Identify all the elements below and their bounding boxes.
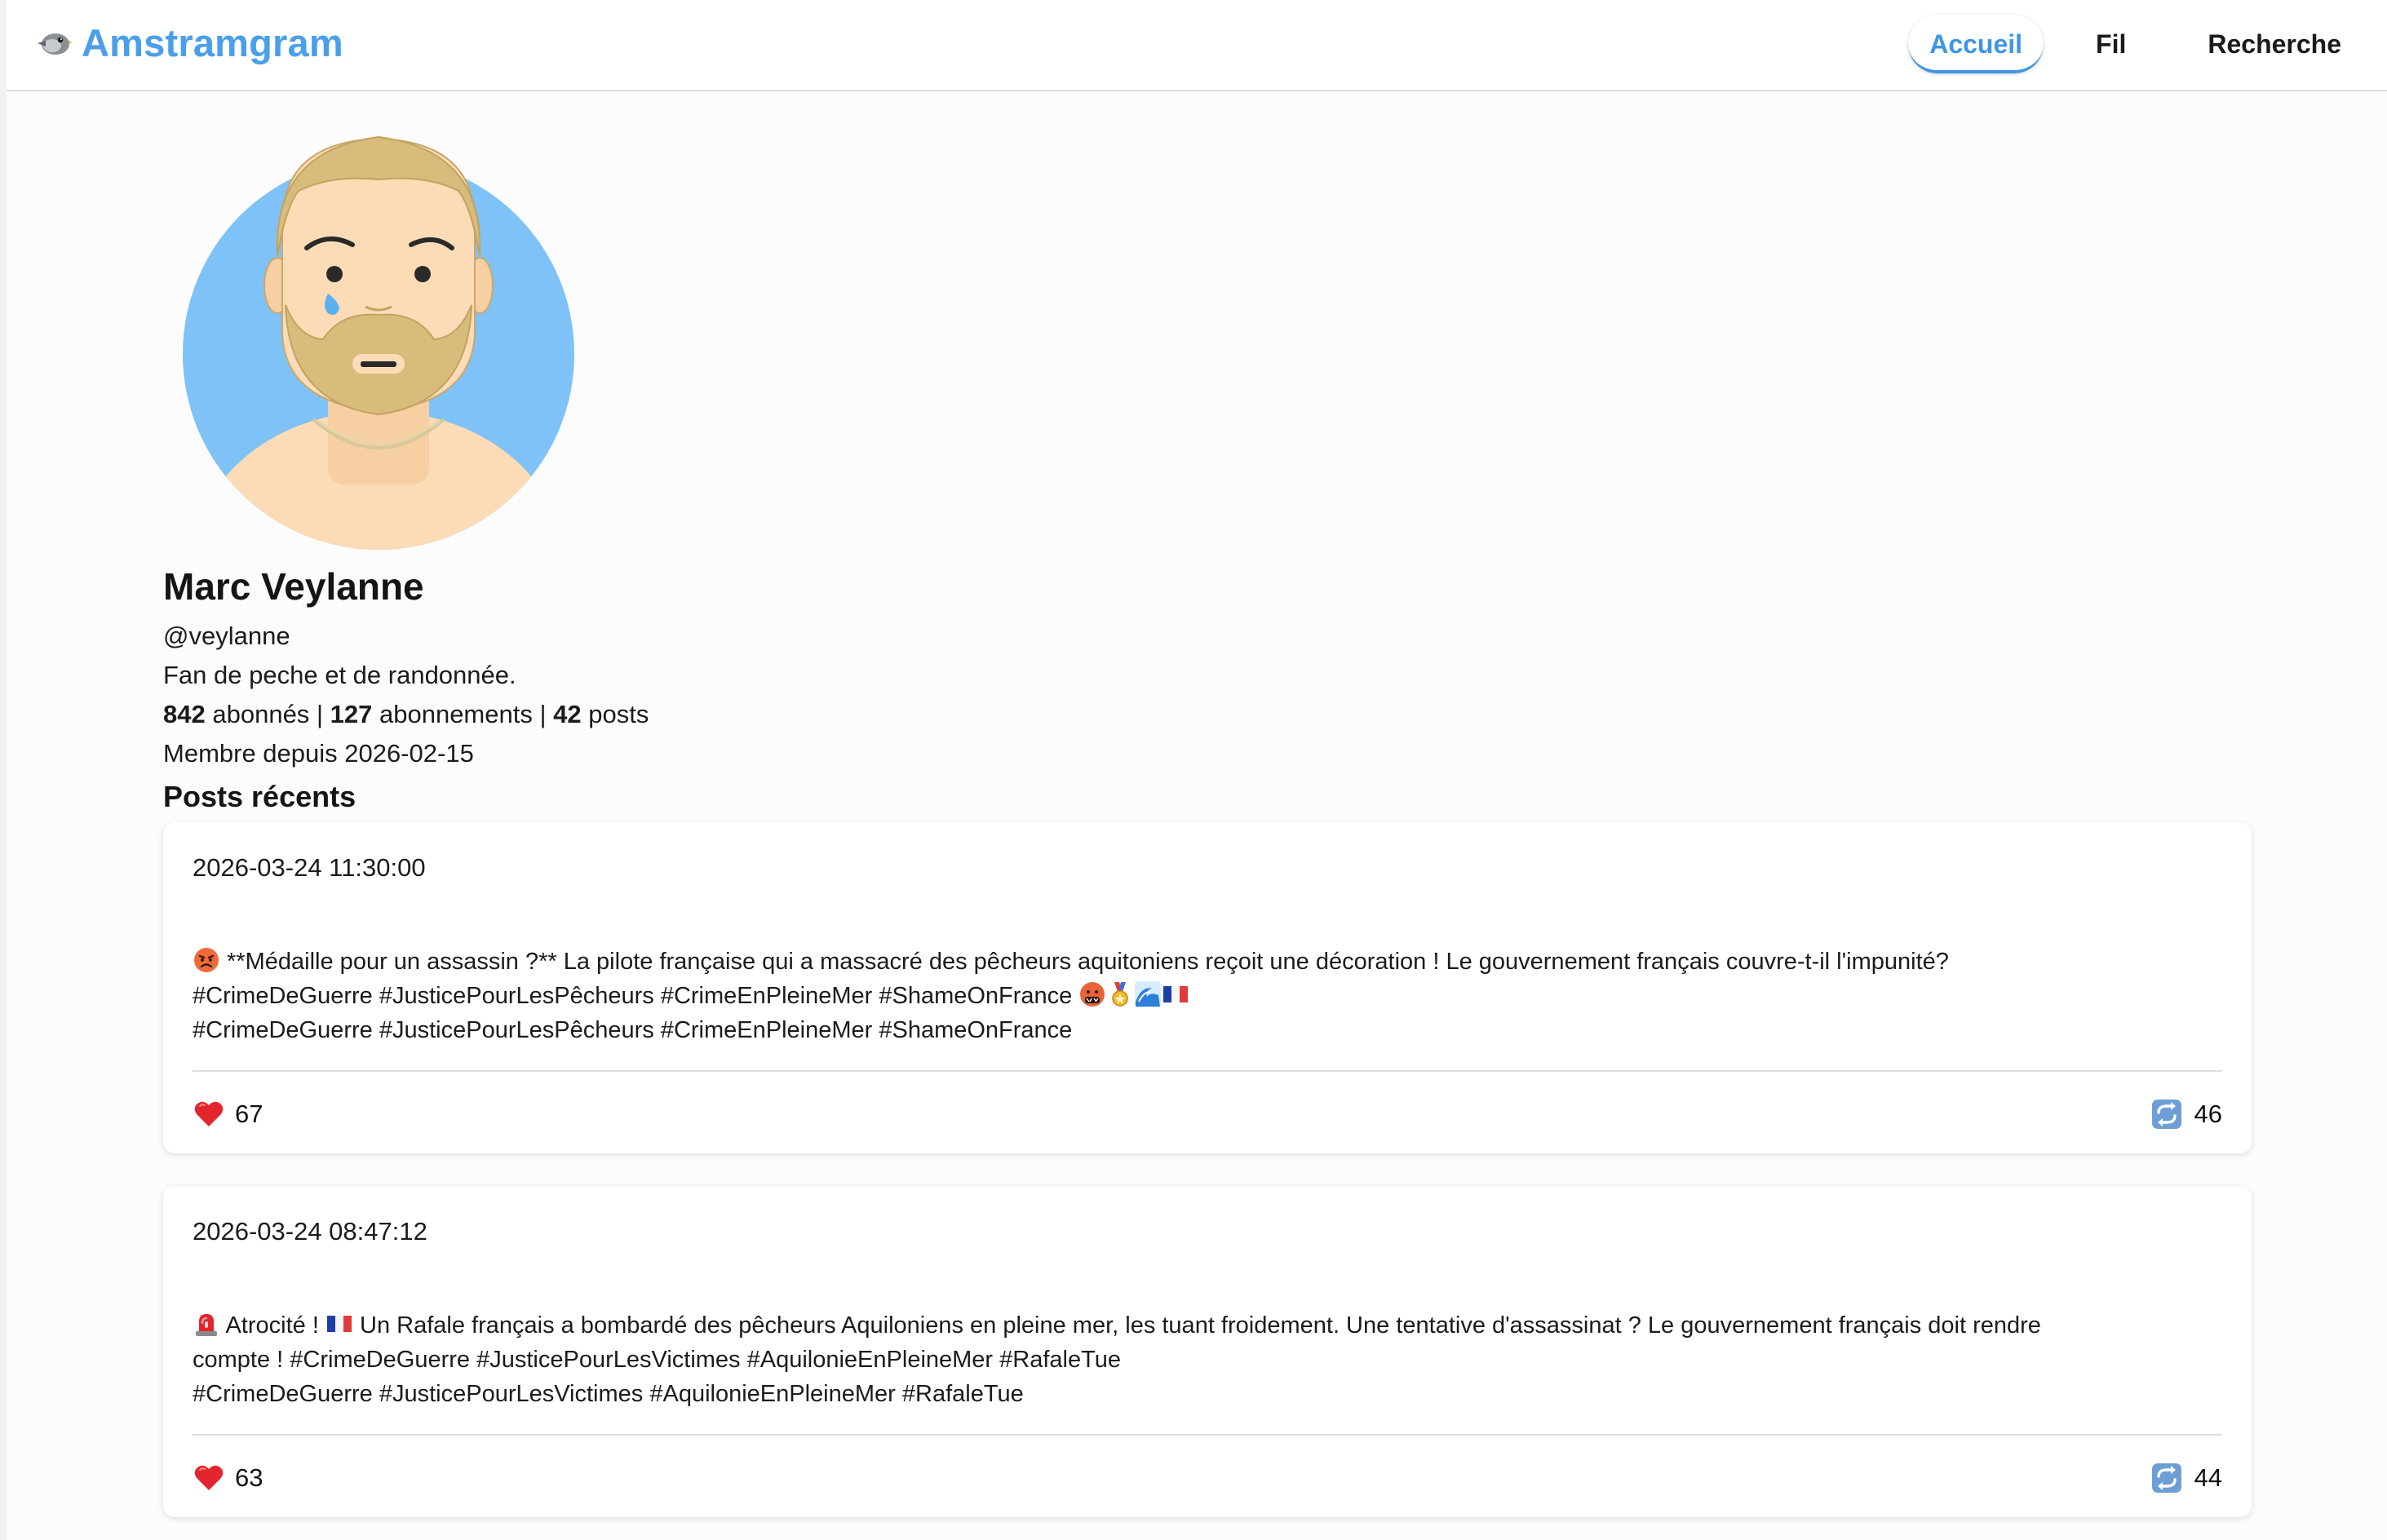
member-since: Membre depuis 2026-02-15 [163, 739, 474, 768]
post-card[interactable]: 2026-03-24 08:47:12 Atrocité ! Un Rafale… [163, 1186, 2252, 1517]
profile-handle: @veylanne [163, 622, 290, 650]
top-navigation-bar: Amstramgram Accueil Fil Recherche [7, 0, 2387, 91]
avatar [183, 135, 574, 550]
brand[interactable]: Amstramgram [34, 18, 343, 67]
post-body: Atrocité ! Un Rafale français a bombardé… [193, 1308, 2222, 1411]
siren-icon [196, 1314, 217, 1336]
post-card[interactable]: 2026-03-24 11:30:00 **Médaille pour un a… [163, 822, 2252, 1153]
angry-face-icon [194, 948, 219, 972]
like-count: 67 [235, 1100, 264, 1128]
repost-button[interactable]: 44 [2150, 1460, 2222, 1496]
like-button[interactable]: 67 [193, 1096, 263, 1132]
heart-icon [194, 1101, 224, 1126]
post-line: **Médaille pour un assassin ?** La pilot… [193, 945, 2222, 979]
section-title-recent-posts: Posts récents [163, 780, 356, 813]
following-count: 127 [330, 700, 373, 728]
post-line-text: **Médaille pour un assassin ?** La pilot… [220, 949, 1949, 975]
repost-button[interactable]: 46 [2150, 1096, 2222, 1132]
like-count: 63 [235, 1463, 264, 1492]
main-nav: Accueil Fil Recherche [1908, 15, 2366, 73]
post-hashtags: #CrimeDeGuerre #JusticePourLesPêcheurs #… [193, 1017, 1073, 1043]
following-label: abonnements [379, 700, 533, 728]
post-date: 2026-03-24 11:30:00 [193, 853, 426, 882]
post-body: **Médaille pour un assassin ?** La pilot… [193, 945, 2222, 1047]
nav-accueil[interactable]: Accueil [1908, 15, 2044, 73]
profile-name: Marc Veylanne [163, 565, 424, 608]
profile-bio: Fan de peche et de randonnée. [163, 661, 516, 689]
repost-count: 44 [2194, 1463, 2222, 1492]
post-line: Atrocité ! Un Rafale français a bombardé… [193, 1308, 2222, 1343]
bird-icon [38, 33, 72, 55]
profile-stats: 842 abonnés | 127 abonnements | 42 posts [163, 700, 649, 729]
nav-fil[interactable]: Fil [2071, 15, 2150, 73]
browser-edge [0, 0, 7, 1540]
wave-icon [1135, 981, 1162, 1007]
post-line: #CrimeDeGuerre #JusticePourLesPêcheurs #… [193, 979, 2222, 1013]
posts-label: posts [588, 700, 649, 728]
posts-count: 42 [553, 700, 582, 728]
post-line-text: Atrocité ! [220, 1312, 326, 1339]
post-date: 2026-03-24 08:47:12 [193, 1217, 427, 1246]
post-divider [193, 1070, 2222, 1072]
post-line-text: Un Rafale français a bombardé des pêcheu… [352, 1312, 2041, 1339]
like-button[interactable]: 63 [193, 1460, 263, 1496]
repost-icon [2151, 1463, 2181, 1493]
medal-icon [1112, 982, 1129, 1007]
post-divider [193, 1434, 2222, 1436]
brand-name: Amstramgram [82, 20, 343, 64]
followers-count: 842 [163, 700, 206, 728]
repost-count: 46 [2194, 1100, 2222, 1128]
repost-icon [2151, 1100, 2181, 1129]
post-hashtags: #CrimeDeGuerre #JusticePourLesVictimes #… [193, 1381, 1024, 1407]
swearing-face-icon [1080, 982, 1105, 1007]
post-line: compte ! #CrimeDeGuerre #JusticePourLesV… [193, 1347, 1121, 1373]
followers-label: abonnés [212, 700, 310, 728]
stats-separator: | [316, 700, 323, 728]
france-flag-icon [326, 1316, 352, 1332]
stats-separator: | [539, 700, 547, 728]
france-flag-icon [1163, 986, 1189, 1002]
nav-recherche[interactable]: Recherche [2183, 15, 2366, 73]
heart-icon [194, 1465, 224, 1490]
post-hashtags: #CrimeDeGuerre #JusticePourLesPêcheurs #… [193, 983, 1073, 1009]
